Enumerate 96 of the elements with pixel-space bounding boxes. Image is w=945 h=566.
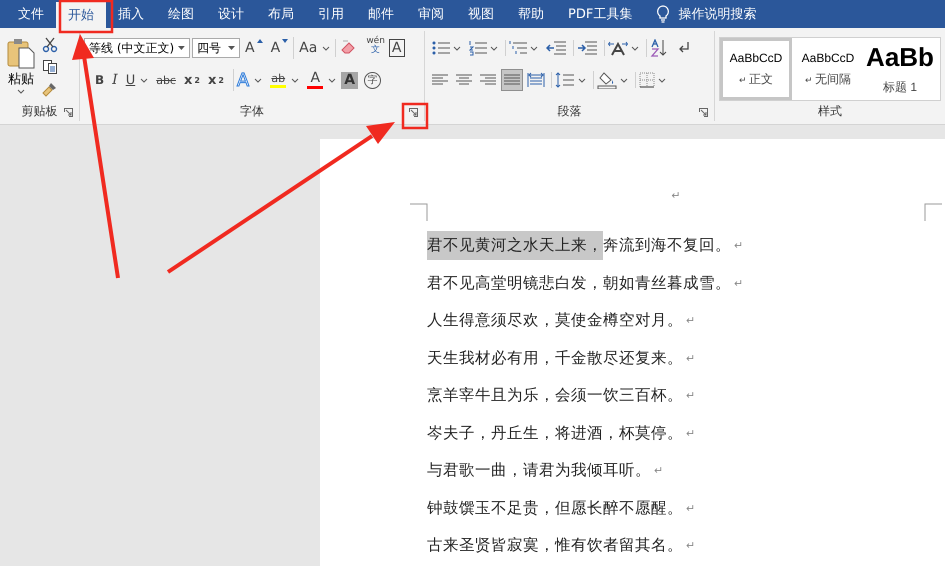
ribbon-tab[interactable]: 开始 [56, 2, 106, 28]
caret-icon [291, 78, 300, 82]
strikethrough-button[interactable]: abc [153, 69, 179, 91]
body-text: 君不见高堂明镜悲白发，朝如青丝暮成雪。 [427, 272, 731, 294]
caret-icon [453, 46, 461, 50]
body-text: 人生得意须尽欢，莫使金樽空对月。 [427, 310, 683, 332]
body-text: 天生我材必有用，千金散尽还复来。 [427, 348, 683, 369]
margin-corner-mark [924, 203, 942, 221]
paragraph-mark: ↵ [671, 189, 681, 202]
caret-icon [178, 46, 185, 50]
ribbon-tab[interactable]: 视图 [456, 0, 506, 28]
paragraph-mark: ↵ [686, 314, 696, 328]
caret-icon [140, 78, 148, 82]
dialog-launcher-icon[interactable] [64, 108, 73, 117]
bullet-list-icon[interactable] [432, 40, 450, 56]
tell-me-search[interactable]: 操作说明搜索 [656, 0, 756, 28]
highlight-frame [402, 102, 428, 130]
caret-icon [631, 46, 639, 50]
line-spacing-icon[interactable] [555, 72, 575, 88]
margin-corner-mark [410, 203, 428, 221]
copy-icon[interactable] [42, 59, 58, 75]
format-painter-icon[interactable] [42, 81, 58, 97]
caret-icon [658, 78, 666, 82]
character-shading-button[interactable]: A [341, 72, 358, 88]
ribbon-tab[interactable]: 设计 [206, 0, 256, 28]
ribbon-tab[interactable]: 引用 [306, 0, 356, 28]
ribbon-tab[interactable]: 布局 [256, 0, 306, 28]
phonetic-guide-button[interactable]: wén 文 [364, 37, 387, 59]
paragraph-mark: ↵ [686, 539, 696, 552]
caret-icon [17, 89, 25, 94]
lightbulb-icon [656, 5, 670, 23]
group-label: 字体 [240, 102, 264, 120]
clipboard-icon [6, 37, 36, 69]
style-item[interactable]: AaBbCcD ↵ 正文 [720, 38, 792, 100]
body-text: 古来圣贤皆寂寞，惟有饮者留其名。 [427, 535, 683, 556]
body-text: 与君歌一曲，请君为我倾耳听。 [427, 460, 651, 482]
caret-icon [490, 46, 498, 50]
caret-icon [228, 46, 235, 50]
up-triangle-icon [256, 39, 263, 43]
dialog-launcher-icon[interactable] [699, 108, 708, 117]
underline-button[interactable]: U [122, 69, 152, 91]
body-text: 钟鼓馔玉不足贵，但愿长醉不愿醒。 [427, 498, 683, 519]
enclose-character-button[interactable]: 字 [364, 72, 382, 88]
paragraph-mark: ↵ [686, 426, 696, 440]
paragraph-mark: ↵ [734, 239, 744, 252]
script-button[interactable]: x$^{2}$ [204, 69, 227, 91]
asian-layout-icon[interactable] [608, 40, 628, 56]
caret-icon [328, 78, 336, 82]
ribbon-tab[interactable]: 插入 [106, 0, 156, 28]
ribbon-tab[interactable]: 文件 [6, 0, 56, 28]
paragraph-mark: ↵ [734, 276, 744, 290]
multilevel-list-icon[interactable] [509, 40, 527, 56]
highlight-frame [58, 0, 114, 34]
ribbon-tab[interactable]: PDF工具集 [556, 0, 644, 28]
font-size-dropdown[interactable]: 四号 [192, 38, 240, 58]
paragraph-mark: ↵ [686, 352, 696, 365]
numbered-list-icon[interactable] [469, 40, 487, 56]
dialog-launcher-icon[interactable] [409, 108, 418, 117]
paste-button[interactable]: 粘贴 [4, 35, 38, 101]
grow-font-button[interactable]: A [242, 37, 266, 59]
group-label: 段落 [558, 102, 582, 120]
sort-icon[interactable] [650, 39, 668, 57]
font-name-dropdown[interactable]: 等线 (中文正文) [84, 38, 190, 58]
increase-indent-icon[interactable] [577, 40, 597, 56]
bold-button[interactable]: B [92, 69, 108, 91]
paragraph-mark: ↵ [686, 389, 696, 402]
change-case-button[interactable]: Aa [293, 37, 334, 59]
caret-icon [530, 46, 538, 50]
text-align-icon [527, 72, 545, 88]
down-triangle-icon [282, 39, 288, 43]
scissors-icon[interactable] [42, 37, 58, 53]
group-label: 样式 [818, 102, 842, 120]
ribbon-tab[interactable]: 审阅 [406, 0, 456, 28]
body-text: 岑夫子，丹丘生，将进酒，杯莫停。 [427, 422, 683, 444]
character-border-button[interactable]: A [388, 39, 404, 57]
highlight-button[interactable]: ab [267, 69, 302, 91]
body-text: 奔流到海不复回。 [603, 235, 731, 256]
ribbon-tab[interactable]: 帮助 [506, 0, 556, 28]
group-label: 剪贴板 [22, 102, 58, 120]
italic-button[interactable]: I [109, 69, 121, 91]
paragraph-mark: ↵ [654, 464, 664, 478]
decrease-indent-icon[interactable] [546, 40, 566, 56]
font-color-button[interactable]: A [304, 69, 340, 91]
paragraph-mark: ↵ [686, 502, 696, 515]
paint-bucket-icon[interactable] [597, 71, 617, 89]
caret-icon [322, 46, 330, 50]
ribbon-tab[interactable]: 邮件 [356, 0, 406, 28]
caret-icon [578, 78, 586, 82]
selected-text: 君不见黄河之水天上来， [427, 231, 603, 260]
caret-icon [254, 78, 262, 82]
ribbon-tab[interactable]: 绘图 [156, 0, 206, 28]
borders-icon[interactable] [639, 72, 655, 88]
align-button[interactable] [501, 69, 523, 91]
shrink-font-button[interactable]: A [268, 37, 292, 59]
caret-icon [620, 78, 628, 82]
body-text: 烹羊宰牛且为乐，会须一饮三百杯。 [427, 385, 683, 406]
